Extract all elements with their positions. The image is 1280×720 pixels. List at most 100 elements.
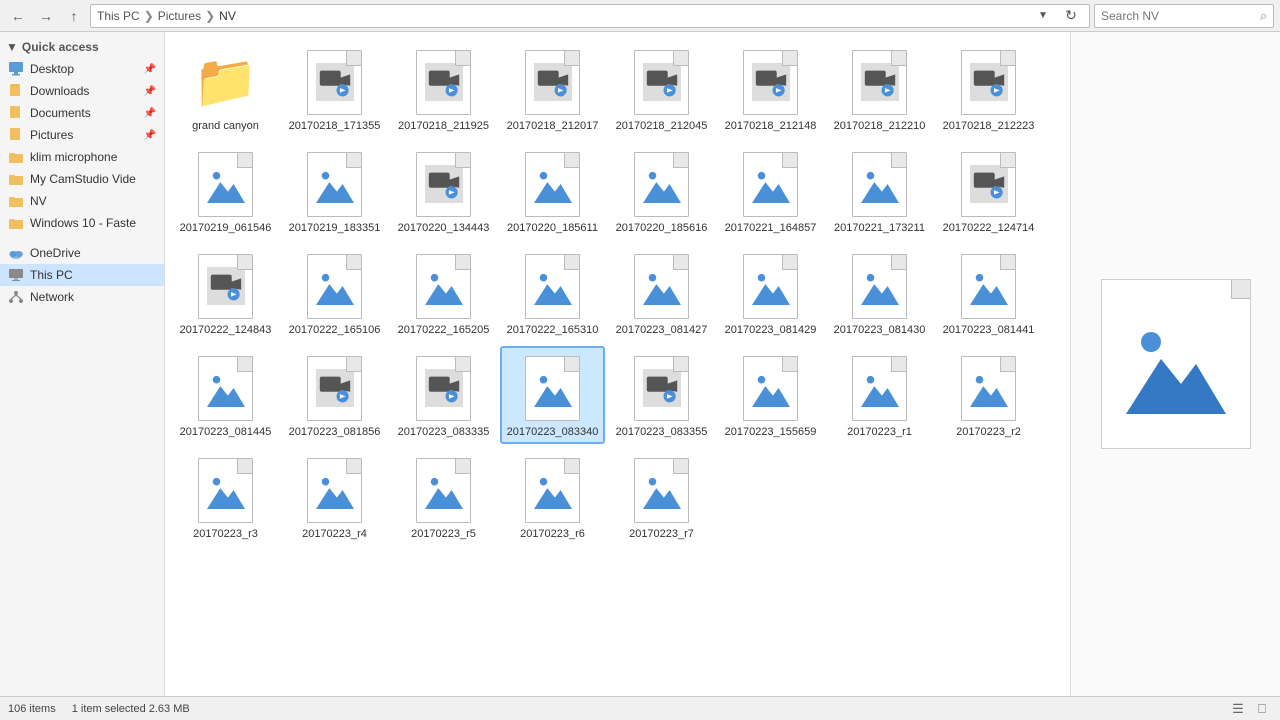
file-label: 20170222_165106 [289,324,381,336]
file-label: 20170223_r4 [302,528,367,540]
list-item[interactable]: 20170218_212148 [718,40,823,138]
list-item[interactable]: 20170220_134443 [391,142,496,240]
pictures-icon [8,127,24,143]
doc-bg [961,50,1016,115]
list-item[interactable]: 20170223_083335 [391,346,496,444]
file-label: 20170218_212045 [616,120,708,132]
list-item[interactable]: 20170221_164857 [718,142,823,240]
list-item[interactable]: 20170223_081429 [718,244,823,342]
file-grid: 📁 grand canyon 20170218_171355 20170218_… [173,40,1062,546]
details-view-button[interactable]: ☰ [1228,699,1248,719]
list-item[interactable]: 20170223_081441 [936,244,1041,342]
doc-bg [634,458,689,523]
list-item[interactable]: 20170218_212045 [609,40,714,138]
list-item[interactable]: 20170223_r5 [391,448,496,546]
image-file-icon [953,250,1025,322]
list-item[interactable]: 20170223_r6 [500,448,605,546]
list-item[interactable]: 20170223_r3 [173,448,278,546]
list-item[interactable]: 20170223_081430 [827,244,932,342]
image-file-icon [844,148,916,220]
sidebar-label-downloads: Downloads [30,84,89,98]
downloads-icon [8,83,24,99]
doc-bg [743,254,798,319]
status-bar: 106 items 1 item selected 2.63 MB ☰ ⎕ [0,696,1280,720]
list-item[interactable]: 20170222_165106 [282,244,387,342]
breadcrumb-thispc[interactable]: This PC [97,9,140,23]
video-file-icon [517,46,589,118]
file-label: 20170218_211925 [398,120,489,132]
list-item[interactable]: 20170222_165310 [500,244,605,342]
file-label: 20170222_165310 [507,324,599,336]
list-item[interactable]: 20170223_081445 [173,346,278,444]
doc-bg [416,50,471,115]
list-item[interactable]: 20170223_155659 [718,346,823,444]
list-item[interactable]: 20170222_165205 [391,244,496,342]
sidebar-item-pictures[interactable]: Pictures 📌 [0,124,164,146]
doc-bg [634,356,689,421]
doc-bg [743,152,798,217]
list-item[interactable]: 20170223_r1 [827,346,932,444]
forward-button[interactable]: → [34,4,58,28]
list-item[interactable]: 20170218_212223 [936,40,1041,138]
file-label: 20170220_185611 [507,222,598,234]
list-item[interactable]: 20170219_183351 [282,142,387,240]
list-item[interactable]: 20170223_r2 [936,346,1041,444]
sidebar-item-microphone[interactable]: klim microphone [0,146,164,168]
quick-access-chevron[interactable]: ▼ [6,40,18,54]
sidebar-item-thispc[interactable]: This PC [0,264,164,286]
sidebar-item-documents[interactable]: Documents 📌 [0,102,164,124]
doc-bg [634,152,689,217]
list-item[interactable]: 20170218_212210 [827,40,932,138]
list-item[interactable]: 20170218_211925 [391,40,496,138]
doc-bg [525,458,580,523]
breadcrumb[interactable]: This PC ❯ Pictures ❯ NV ▼ ↻ [90,4,1090,28]
sidebar-item-desktop[interactable]: Desktop 📌 [0,58,164,80]
list-item[interactable]: 20170223_081427 [609,244,714,342]
sidebar-label-network: Network [30,290,74,304]
sidebar-item-windows10[interactable]: Windows 10 - Faste [0,212,164,234]
list-item[interactable]: 📁 grand canyon [173,40,278,138]
image-file-icon [190,454,262,526]
image-file-icon [844,352,916,424]
list-item[interactable]: 20170218_171355 [282,40,387,138]
large-icons-view-button[interactable]: ⎕ [1252,699,1272,719]
list-item[interactable]: 20170223_083340 [500,346,605,444]
windows10-folder-icon [8,215,24,231]
search-bar[interactable]: ⌕ [1094,4,1274,28]
refresh-button[interactable]: ↻ [1059,4,1083,28]
image-file-icon [190,352,262,424]
list-item[interactable]: 20170223_r4 [282,448,387,546]
file-grid-container[interactable]: 📁 grand canyon 20170218_171355 20170218_… [165,32,1070,696]
breadcrumb-dropdown[interactable]: ▼ [1031,4,1055,28]
list-item[interactable]: 20170220_185611 [500,142,605,240]
pin-icon-desktop: 📌 [144,64,156,75]
file-label: 20170218_212223 [943,120,1035,132]
list-item[interactable]: 20170221_173211 [827,142,932,240]
search-input[interactable] [1101,9,1256,23]
list-item[interactable]: 20170218_212017 [500,40,605,138]
sidebar-item-nv[interactable]: NV [0,190,164,212]
sidebar-item-camstudio[interactable]: My CamStudio Vide [0,168,164,190]
sidebar-item-onedrive[interactable]: OneDrive [0,242,164,264]
back-button[interactable]: ← [6,4,30,28]
sidebar-label-documents: Documents [30,106,91,120]
file-label: 20170223_r1 [847,426,912,438]
sidebar-item-network[interactable]: Network [0,286,164,308]
view-controls: ☰ ⎕ [1228,699,1272,719]
file-label: 20170223_081429 [725,324,817,336]
doc-bg [634,254,689,319]
up-button[interactable]: ↑ [62,4,86,28]
sidebar-item-downloads[interactable]: Downloads 📌 [0,80,164,102]
file-label: 20170218_212210 [834,120,926,132]
list-item[interactable]: 20170222_124714 [936,142,1041,240]
list-item[interactable]: 20170223_081856 [282,346,387,444]
list-item[interactable]: 20170220_185616 [609,142,714,240]
breadcrumb-nv[interactable]: NV [219,9,236,23]
list-item[interactable]: 20170223_083355 [609,346,714,444]
file-label: 20170220_185616 [616,222,708,234]
breadcrumb-pictures[interactable]: Pictures [158,9,201,23]
doc-bg [634,50,689,115]
list-item[interactable]: 20170222_124843 [173,244,278,342]
list-item[interactable]: 20170219_061546 [173,142,278,240]
list-item[interactable]: 20170223_r7 [609,448,714,546]
